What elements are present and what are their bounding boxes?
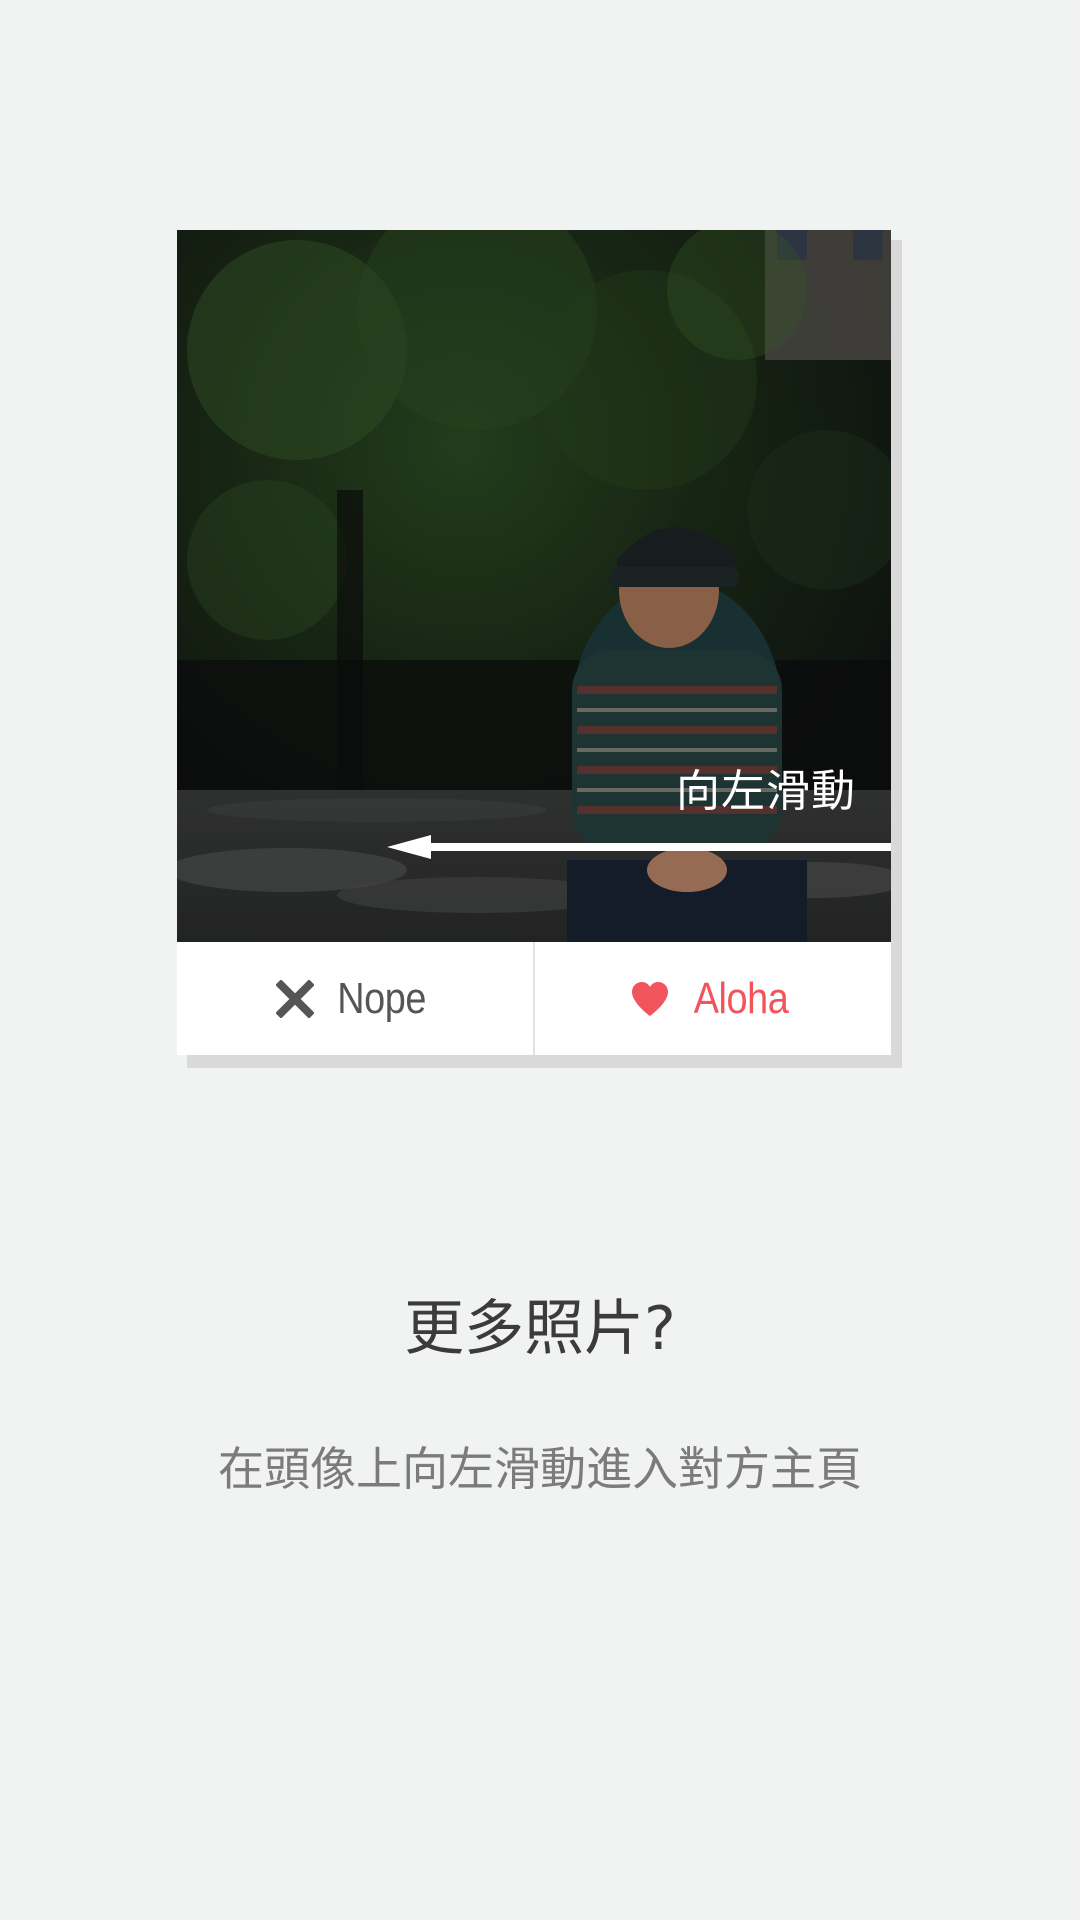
- profile-photo[interactable]: 向左滑動: [177, 230, 891, 942]
- heart-icon: [631, 981, 668, 1016]
- onboarding-title: 更多照片?: [404, 1294, 676, 1364]
- card-actions: Nope Aloha: [177, 942, 891, 1055]
- swipe-hint-label: 向左滑動: [676, 766, 856, 817]
- aloha-button[interactable]: Aloha: [533, 942, 891, 1055]
- nope-label: Nope: [337, 973, 427, 1023]
- swipe-left-arrow-icon: [387, 835, 891, 859]
- profile-card[interactable]: 向左滑動 Nope Aloha: [177, 230, 891, 1055]
- onboarding-subtitle: 在頭像上向左滑動進入對方主頁: [218, 1442, 862, 1496]
- nope-button[interactable]: Nope: [177, 942, 533, 1055]
- aloha-label: Aloha: [693, 973, 789, 1023]
- close-icon: [276, 979, 315, 1018]
